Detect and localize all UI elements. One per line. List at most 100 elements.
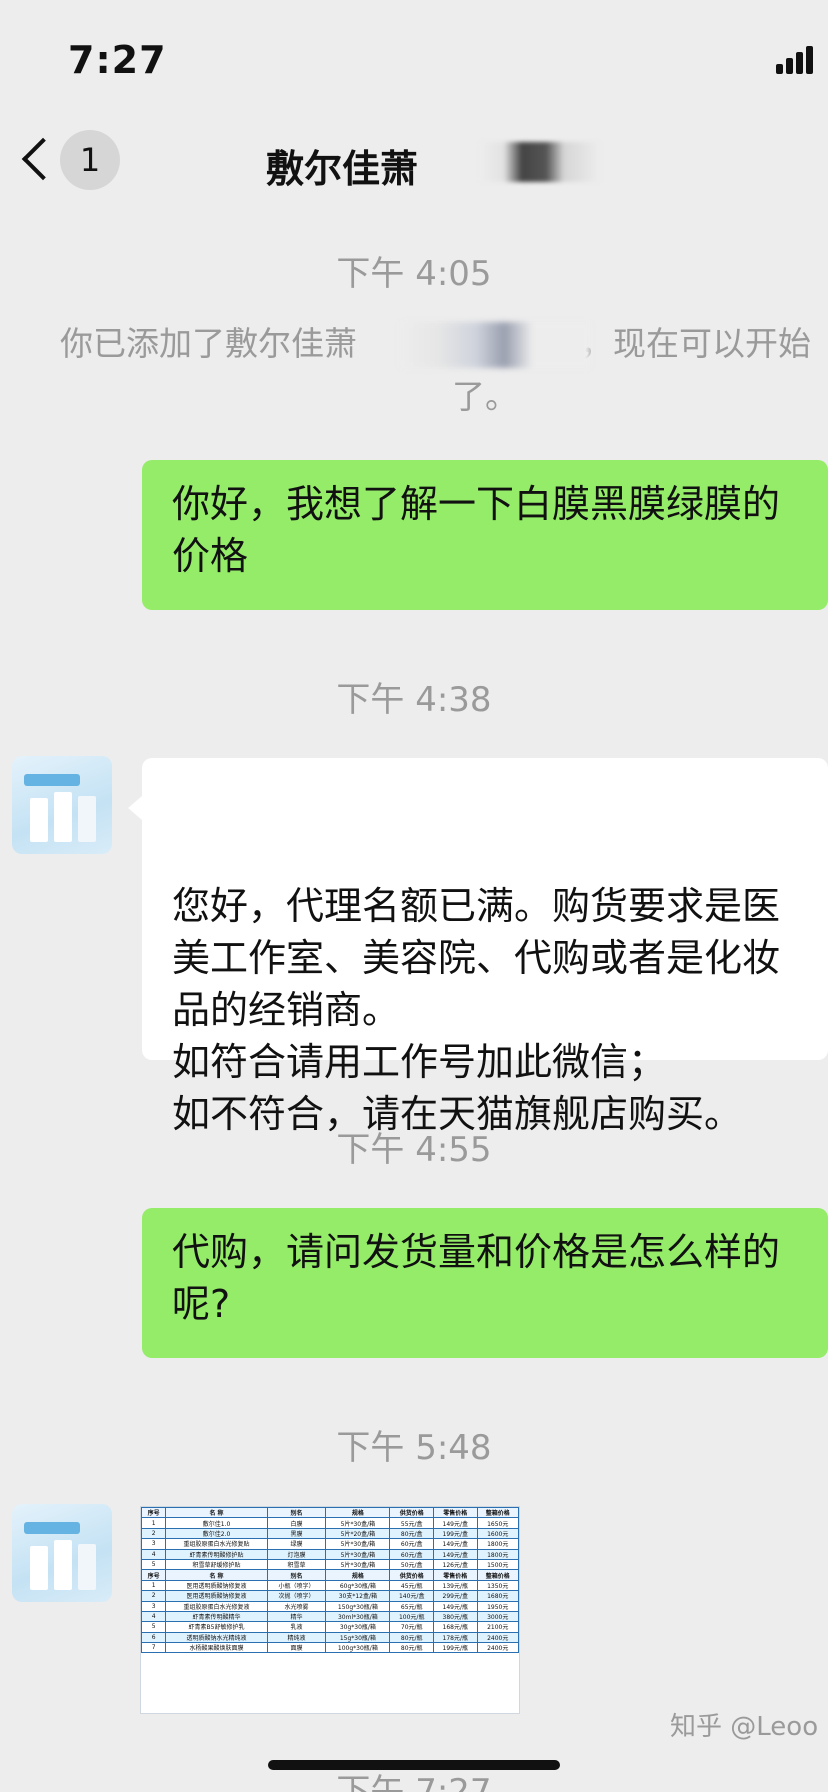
table-row: 5 虾青素B5舒敏修护乳 乳液 30g*30瓶/箱 70元/瓶 168元/瓶 2100元	[141, 1621, 519, 1633]
timestamp: 下午 5:48	[336, 1428, 492, 1468]
message-text: 代购，请问发货量和价格是怎么样的呢?	[172, 1230, 781, 1326]
table-cell: 1800元	[476, 1538, 519, 1550]
timestamp: 下午 4:55	[336, 1130, 492, 1170]
table-cell: 60g*30瓶/箱	[325, 1579, 391, 1592]
table-cell: 重组胶原蛋白水光修复液	[165, 1600, 268, 1612]
table-cell: 2	[141, 1590, 167, 1602]
table-cell: 1	[141, 1579, 167, 1592]
table-cell: 重组胶原蛋白水光修复贴	[165, 1538, 268, 1550]
table-cell: 敷尔佳1.0	[165, 1517, 268, 1529]
table-cell: 149元/盒	[432, 1548, 478, 1560]
table-cell: 65元/瓶	[389, 1600, 434, 1612]
table-cell: 5片*30盒/箱	[325, 1538, 391, 1550]
message-text: 您好，代理名额已满。购货要求是医美工作室、美容院、代购或者是化妆品的经销商。 如…	[172, 884, 781, 1136]
table-cell: 60元/盒	[389, 1538, 434, 1550]
table-cell: 5片*20盒/箱	[325, 1527, 391, 1540]
system-notice-line2: 了。	[452, 377, 518, 416]
table-cell: 6	[141, 1631, 167, 1644]
table-cell: 1600元	[476, 1527, 519, 1540]
table-cell: 15g*30瓶/箱	[325, 1631, 391, 1644]
redaction-blur	[400, 322, 590, 368]
chat-header: 1 敷尔佳萧	[0, 110, 828, 210]
column-header: 规格	[325, 1507, 391, 1519]
table-cell: 150g*30瓶/箱	[325, 1600, 391, 1612]
message-bubble-sent[interactable]: 代购，请问发货量和价格是怎么样的呢?	[142, 1208, 828, 1358]
table-cell: 100元/瓶	[389, 1610, 434, 1623]
table-row: 6 透明质酸钠水光精纯液 精纯液 15g*30瓶/箱 80元/瓶 178元/瓶 2400元	[141, 1631, 519, 1644]
status-bar: 7:27	[0, 0, 828, 110]
table-cell: 30ml*30瓶/箱	[325, 1610, 391, 1623]
table-cell: 透明质酸钠水光精纯液	[165, 1631, 268, 1644]
unread-badge[interactable]: 1	[60, 130, 120, 190]
table-cell: 乳液	[266, 1621, 327, 1633]
back-icon[interactable]	[18, 132, 58, 184]
table-cell: 1950元	[476, 1600, 519, 1612]
table-cell: 黑膜	[266, 1527, 327, 1540]
table-cell: 55元/盒	[389, 1517, 434, 1529]
table-header-row: 序号 名 称 别名 规格 供货价格 零售价格 整箱价格	[141, 1507, 519, 1519]
table-cell: 2100元	[476, 1621, 519, 1633]
table-cell: 149元/盒	[432, 1538, 478, 1550]
column-header: 零售价格	[432, 1569, 478, 1581]
price-list-image[interactable]: 序号 名 称 别名 规格 供货价格 零售价格 整箱价格 1 敷尔佳1.0 白膜 5片*…	[140, 1506, 520, 1714]
table-row: 1 敷尔佳1.0 白膜 5片*30盒/箱 55元/盒 149元/盒 1650元	[141, 1517, 519, 1529]
contact-avatar[interactable]	[12, 756, 112, 854]
table-cell: 100g*30瓶/箱	[325, 1642, 391, 1654]
table-cell: 精华	[266, 1610, 327, 1623]
table-cell: 30支*12盒/箱	[325, 1590, 391, 1602]
table-cell: 7	[141, 1642, 167, 1654]
table-cell: 4	[141, 1548, 167, 1560]
message-bubble-received[interactable]: 您好，代理名额已满。购货要求是医美工作室、美容院、代购或者是化妆品的经销商。 如…	[128, 758, 828, 1136]
table-cell: 2	[141, 1527, 167, 1540]
message-text: 你好，我想了解一下白膜黑膜绿膜的价格	[172, 482, 781, 578]
signal-icon	[776, 46, 816, 74]
table-cell: 1650元	[476, 1517, 519, 1529]
price-table: 序号 名 称 别名 规格 供货价格 零售价格 整箱价格 1 敷尔佳1.0 白膜 5片*…	[141, 1507, 519, 1654]
message-bubble-sent[interactable]: 你好，我想了解一下白膜黑膜绿膜的价格	[142, 460, 828, 610]
table-cell: 80元/盒	[389, 1527, 434, 1540]
contact-avatar[interactable]	[12, 1504, 112, 1602]
table-cell: 医用透明质酸钠修复液	[165, 1590, 268, 1602]
table-cell: 178元/瓶	[432, 1631, 478, 1644]
table-cell: 5	[141, 1558, 167, 1571]
table-cell: 5	[141, 1621, 167, 1633]
column-header: 整箱价格	[476, 1569, 519, 1581]
table-cell: 小瓶（喷字）	[266, 1579, 327, 1592]
table-cell: 60元/盒	[389, 1548, 434, 1560]
table-cell: 白膜	[266, 1517, 327, 1529]
column-header: 序号	[141, 1569, 167, 1581]
table-cell: 149元/瓶	[432, 1600, 478, 1612]
table-cell: 2400元	[476, 1631, 519, 1644]
status-time: 7:27	[68, 38, 167, 82]
table-cell: 虾青素传明酸精华	[165, 1610, 268, 1623]
table-row: 4 虾青素传明酸修护贴 灯泡膜 5片*30盒/箱 60元/盒 149元/盒 1800元	[141, 1548, 519, 1560]
system-notice-right: 4，现在可以开始	[559, 324, 811, 363]
table-cell: 45元/瓶	[389, 1579, 434, 1592]
table-cell: 积雪草	[266, 1558, 327, 1571]
table-cell: 敷尔佳2.0	[165, 1527, 268, 1540]
redaction-blur	[480, 142, 600, 182]
table-cell: 80元/瓶	[389, 1642, 434, 1654]
table-cell: 1680元	[476, 1590, 519, 1602]
table-cell: 5片*30盒/箱	[325, 1548, 391, 1560]
table-row: 5 积雪草舒缓修护贴 积雪草 5片*30盒/箱 50元/盒 126元/盒 1500元	[141, 1558, 519, 1571]
table-cell: 4	[141, 1610, 167, 1623]
table-cell: 1500元	[476, 1558, 519, 1571]
table-cell: 139元/瓶	[432, 1579, 478, 1592]
table-cell: 3000元	[476, 1610, 519, 1623]
timestamp: 下午 7:27	[336, 1772, 492, 1792]
table-cell: 149元/盒	[432, 1517, 478, 1529]
chat-title: 敷尔佳萧	[266, 147, 419, 191]
table-cell: 1800元	[476, 1548, 519, 1560]
table-row: 7 水杨酸果酸焕肤面膜 面膜 100g*30瓶/箱 80元/瓶 199元/瓶 2400元	[141, 1642, 519, 1654]
column-header: 别名	[266, 1507, 327, 1519]
table-cell: 199元/瓶	[432, 1642, 478, 1654]
table-cell: 299元/盒	[432, 1590, 478, 1602]
timestamp: 下午 4:38	[336, 680, 492, 720]
table-cell: 380元/瓶	[432, 1610, 478, 1623]
table-cell: 虾青素B5舒敏修护乳	[165, 1621, 268, 1633]
table-row: 3 重组胶原蛋白水光修复液 水光喷雾 150g*30瓶/箱 65元/瓶 149元/瓶 195…	[141, 1600, 519, 1612]
column-header: 整箱价格	[476, 1507, 519, 1519]
table-cell: 126元/盒	[432, 1558, 478, 1571]
table-cell: 3	[141, 1600, 167, 1612]
